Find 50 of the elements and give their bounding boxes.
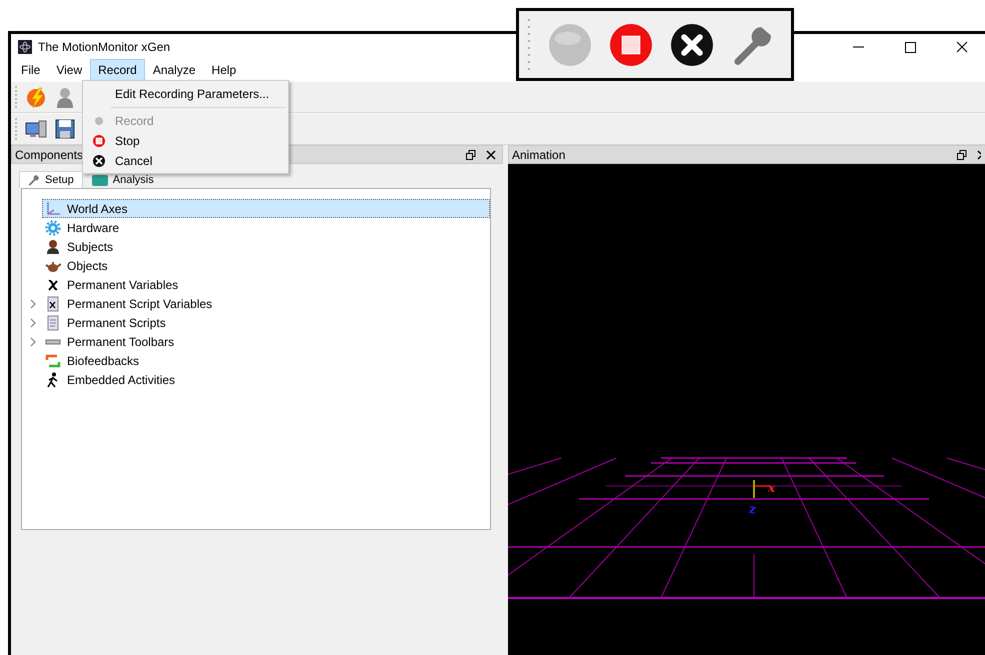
script-icon: [45, 296, 61, 312]
chart-icon: [92, 174, 108, 186]
tree-item[interactable]: Hardware: [42, 218, 490, 237]
tree-item[interactable]: Permanent Scripts: [42, 313, 490, 332]
grip-icon: [14, 85, 18, 109]
tree-item[interactable]: Embedded Activities: [42, 370, 490, 389]
axis-label: z: [749, 503, 756, 515]
menu-item[interactable]: File: [13, 59, 48, 81]
panel-title: Animation: [512, 148, 566, 162]
app-icon: [18, 40, 32, 54]
tab[interactable]: Setup: [19, 171, 83, 188]
menu-item[interactable]: Stop: [83, 131, 288, 151]
axis-label: x: [768, 482, 776, 494]
tree-item[interactable]: Permanent Variables: [42, 275, 490, 294]
record-icon: [92, 114, 106, 128]
menu-item[interactable]: Edit Recording Parameters...: [83, 84, 288, 104]
axis-lines-drawing: [753, 480, 770, 498]
stop-icon: [92, 134, 106, 148]
tab[interactable]: Analysis: [82, 171, 163, 188]
grip-icon: [527, 16, 531, 72]
tree-item[interactable]: Biofeedbacks: [42, 351, 490, 370]
panel-title: Components: [15, 148, 84, 162]
lightning-icon[interactable]: [25, 86, 47, 108]
script-icon: [45, 314, 61, 330]
tree-item[interactable]: Permanent Toolbars: [42, 332, 490, 351]
axes-icon: [45, 200, 61, 216]
close-button[interactable]: [670, 22, 714, 66]
tree-item[interactable]: Subjects: [42, 237, 490, 256]
float-icon[interactable]: [466, 150, 476, 160]
computer-icon[interactable]: [25, 118, 47, 140]
loop-icon: [45, 352, 61, 368]
menu-item[interactable]: Analyze: [144, 59, 204, 81]
menu-item[interactable]: View: [48, 59, 90, 81]
stop-button[interactable]: [609, 22, 653, 66]
menu-item[interactable]: Help: [204, 59, 244, 81]
grip-icon: [14, 117, 18, 141]
person-icon: [45, 238, 61, 254]
tree-item[interactable]: Permanent Script Variables: [42, 294, 490, 313]
gear-icon: [45, 220, 61, 236]
close-icon[interactable]: [977, 150, 981, 160]
tree-item[interactable]: World Axes: [42, 199, 490, 218]
menu-item[interactable]: Record: [90, 59, 145, 81]
wrench-icon: [28, 174, 40, 186]
float-icon[interactable]: [957, 150, 967, 160]
close-icon: [92, 154, 106, 168]
close-icon[interactable]: [486, 150, 496, 160]
menu-item[interactable]: Cancel: [83, 151, 288, 171]
window-title: The MotionMonitor xGen: [38, 40, 170, 54]
person-icon[interactable]: [54, 86, 76, 108]
tree-item[interactable]: Objects: [42, 256, 490, 275]
